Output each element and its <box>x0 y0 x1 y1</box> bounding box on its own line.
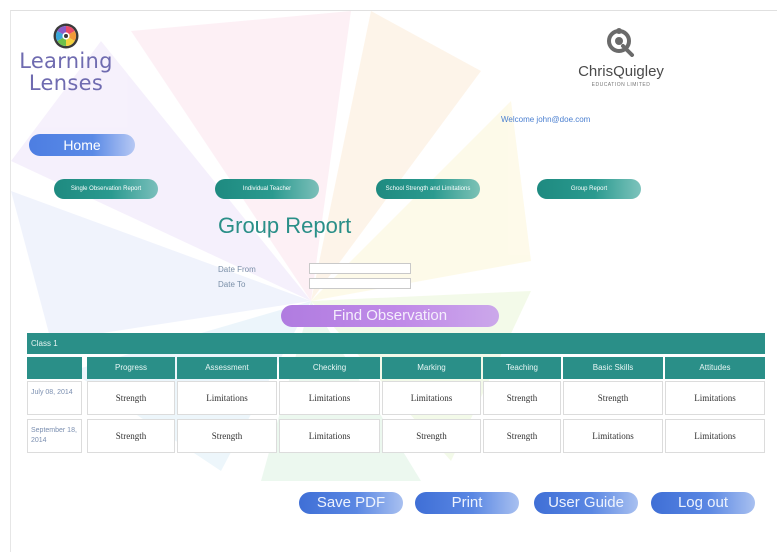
date-from-label: Date From <box>218 265 256 274</box>
header-progress: Progress <box>87 357 175 379</box>
individual-teacher-button[interactable]: Individual Teacher <box>215 179 319 199</box>
table-cell: Strength <box>563 381 663 415</box>
table-cell: Strength <box>87 419 175 453</box>
date-from-input[interactable] <box>309 263 411 274</box>
single-observation-report-button[interactable]: Single Observation Report <box>54 179 158 199</box>
table-row: September 18, 2014 Strength Strength Lim… <box>27 419 765 453</box>
user-guide-button[interactable]: User Guide <box>534 492 638 514</box>
header-marking: Marking <box>382 357 481 379</box>
save-pdf-button[interactable]: Save PDF <box>299 492 403 514</box>
header-assessment: Assessment <box>177 357 277 379</box>
table-cell: Strength <box>483 381 561 415</box>
header-teaching: Teaching <box>483 357 561 379</box>
header-date-cell <box>27 357 82 379</box>
table-cell: Limitations <box>279 381 380 415</box>
header-basic-skills: Basic Skills <box>563 357 663 379</box>
table-cell: Limitations <box>279 419 380 453</box>
date-to-label: Date To <box>218 280 246 289</box>
row-date: September 18, 2014 <box>27 419 82 453</box>
learning-lenses-logo[interactable]: Learning Lenses <box>11 23 121 95</box>
single-observation-report-label: Single Observation Report <box>70 185 142 192</box>
table-cell: Limitations <box>382 381 481 415</box>
individual-teacher-label: Individual Teacher <box>242 185 292 192</box>
header-attitudes: Attitudes <box>665 357 765 379</box>
log-out-button[interactable]: Log out <box>651 492 755 514</box>
print-button[interactable]: Print <box>415 492 519 514</box>
group-report-label: Group Report <box>570 185 608 192</box>
table-header-row: Progress Assessment Checking Marking Tea… <box>27 357 765 379</box>
table-cell: Strength <box>177 419 277 453</box>
table-cell: Limitations <box>665 419 765 453</box>
app-name-line2: Lenses <box>28 71 104 95</box>
app-window: Learning Lenses ChrisQuigley EDUCATION L… <box>10 10 777 552</box>
group-report-button[interactable]: Group Report <box>537 179 641 199</box>
table-cell: Limitations <box>563 419 663 453</box>
table-cell: Limitations <box>665 381 765 415</box>
table-cell: Strength <box>87 381 175 415</box>
row-date: July 08, 2014 <box>27 381 82 415</box>
date-to-input[interactable] <box>309 278 411 289</box>
table-cell: Strength <box>382 419 481 453</box>
class-header: Class 1 <box>27 333 765 354</box>
partner-subtitle: EDUCATION LIMITED <box>591 82 651 88</box>
camera-lens-icon <box>53 23 79 49</box>
table-row: July 08, 2014 Strength Limitations Limit… <box>27 381 765 415</box>
find-observation-button[interactable]: Find Observation <box>281 305 499 327</box>
table-cell: Strength <box>483 419 561 453</box>
table-cell: Limitations <box>177 381 277 415</box>
chris-quigley-logo-icon <box>607 28 634 57</box>
header-checking: Checking <box>279 357 380 379</box>
chris-quigley-logo[interactable]: ChrisQuigley EDUCATION LIMITED <box>561 27 681 88</box>
app-name-line1: Learning <box>19 49 113 73</box>
welcome-text: Welcome john@doe.com <box>501 115 591 124</box>
partner-name: ChrisQuigley <box>578 63 664 80</box>
home-button[interactable]: Home <box>29 134 135 156</box>
school-strength-label: School Strength and Limitations <box>385 185 471 192</box>
page-title: Group Report <box>218 213 352 238</box>
school-strength-button[interactable]: School Strength and Limitations <box>376 179 480 199</box>
